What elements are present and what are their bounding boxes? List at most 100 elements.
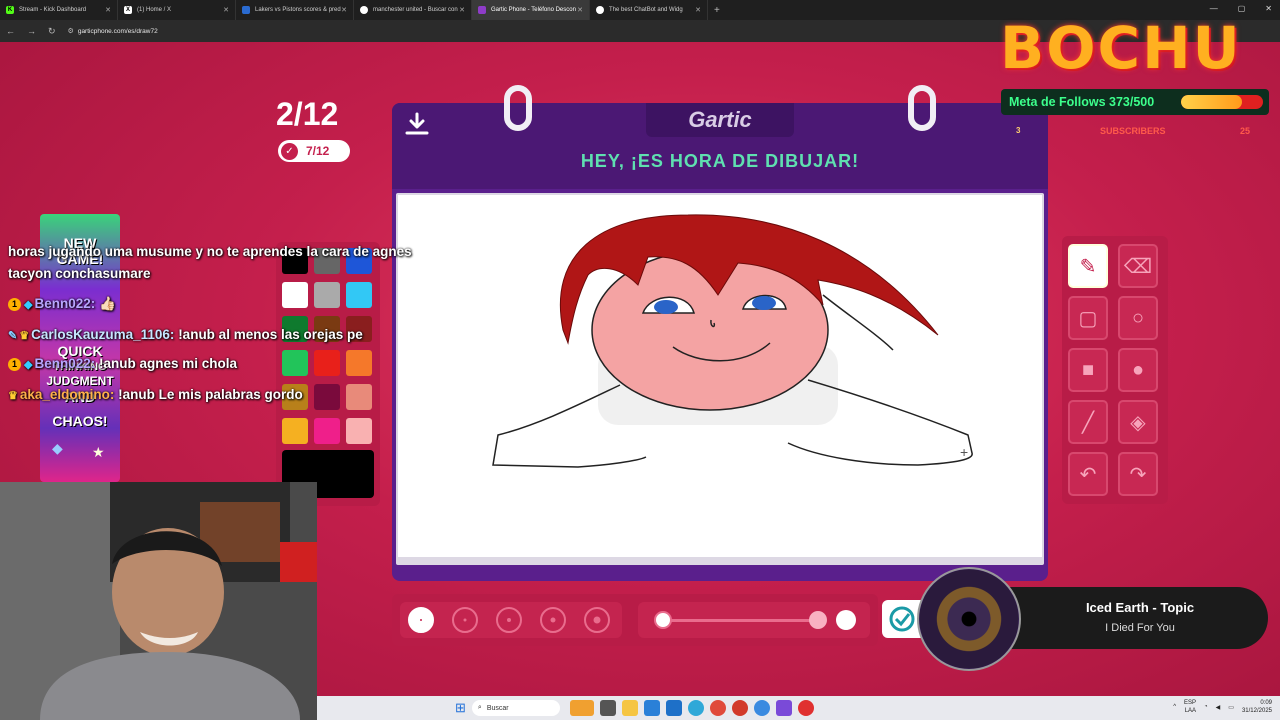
app-icon[interactable] (775, 700, 792, 716)
binder-ring (504, 85, 532, 131)
browser-tab[interactable]: X (1) Home / X ✕ (118, 0, 236, 20)
new-tab-button[interactable]: + (714, 5, 720, 16)
badge-icon: 1 (8, 358, 21, 371)
close-icon[interactable]: ✕ (459, 6, 465, 14)
close-window-icon[interactable]: ✕ (1265, 4, 1272, 13)
tool-button[interactable]: ⌫ (1118, 244, 1158, 288)
brush-size-button[interactable] (452, 607, 478, 633)
close-icon[interactable]: ✕ (341, 6, 347, 14)
taskbar-search-placeholder: Buscar (486, 704, 509, 712)
chat-message: 1 ◆ Benn022: !anub agnes mi chola (8, 356, 237, 371)
color-swatch[interactable] (282, 282, 308, 308)
download-icon[interactable] (404, 111, 430, 137)
opacity-slider-handle[interactable] (809, 611, 827, 629)
close-icon[interactable]: ✕ (695, 6, 701, 14)
drawing-canvas[interactable]: + (398, 195, 1042, 557)
store-icon[interactable] (643, 700, 660, 716)
pencil-icon: ✎ (1079, 255, 1097, 278)
chrome-icon[interactable] (709, 700, 726, 716)
reload-icon[interactable]: ↻ (48, 26, 56, 37)
widgets-icon[interactable] (569, 700, 594, 716)
outlook-icon[interactable] (665, 700, 682, 716)
follows-progress-bar (1181, 95, 1263, 109)
browser-tab[interactable]: K Stream - Kick Dashboard ✕ (0, 0, 118, 20)
taskbar-search[interactable]: ⌕ Buscar (471, 700, 560, 716)
webcam-image (0, 482, 317, 720)
color-swatch[interactable] (346, 418, 372, 444)
tool-button[interactable]: ■ (1068, 348, 1108, 392)
lang-bottom: LAA (1184, 708, 1197, 714)
clock[interactable]: 0:09 31/12/2025 (1242, 699, 1272, 715)
rectangle-fill-icon: ■ (1081, 358, 1095, 381)
brush-size-button[interactable] (408, 607, 434, 633)
chat-text: !anub al menos las orejas pe (178, 327, 363, 342)
tool-button[interactable]: ↶ (1068, 452, 1108, 496)
color-swatch[interactable] (282, 350, 308, 376)
subs-count: 25 (1240, 126, 1251, 136)
edge-icon[interactable] (687, 700, 704, 716)
follows-goal: Meta de Follows 373/500 (1001, 89, 1269, 115)
color-swatch[interactable] (346, 282, 372, 308)
players-done-count: 7/12 (306, 144, 330, 158)
color-swatch[interactable] (346, 384, 372, 410)
url-field[interactable]: garticphone.com/es/draw72 (78, 28, 158, 35)
color-swatch[interactable] (314, 418, 340, 444)
round-counter: 2/12 (276, 96, 339, 132)
task-view-icon[interactable] (599, 700, 616, 716)
tool-button[interactable]: ○ (1118, 296, 1158, 340)
language-indicator[interactable]: ESP LAA (1184, 699, 1196, 715)
chrome-profile-icon[interactable] (731, 700, 748, 716)
opacity-slider-track[interactable] (660, 619, 816, 622)
brush-size-button[interactable] (540, 607, 566, 633)
sword-icon: ✎ (8, 330, 18, 342)
back-icon[interactable]: ← (6, 26, 15, 36)
forward-icon[interactable]: → (27, 26, 36, 36)
tool-button[interactable]: ╱ (1068, 400, 1108, 444)
tool-button[interactable]: ● (1118, 348, 1158, 392)
diamond-icon: ◆ (24, 359, 33, 371)
chat-username: CarlosKauzuma_1106: (31, 327, 175, 342)
brush-size-button[interactable] (496, 607, 522, 633)
circle-fill-icon: ● (1131, 358, 1145, 381)
site-info-icon[interactable]: ⚙ (68, 27, 74, 35)
brush-dot-icon (550, 617, 556, 623)
color-swatch[interactable] (346, 350, 372, 376)
tool-button[interactable]: ▢ (1068, 296, 1108, 340)
close-icon[interactable]: ✕ (577, 6, 583, 14)
chevron-up-icon[interactable]: ^ (1173, 704, 1176, 710)
opacity-max-knob (836, 610, 856, 630)
chat-text: 👍🏻 (99, 296, 116, 311)
browser-tab[interactable]: Lakers vs Pistons scores & pred ✕ (236, 0, 354, 20)
browser-tab[interactable]: The best ChatBot and Widg ✕ (590, 0, 708, 20)
taskbar-apps: ⊞ ⌕ Buscar (455, 700, 814, 716)
chrome-alt-icon[interactable] (753, 700, 770, 716)
battery-icon[interactable]: ▭ (1228, 704, 1234, 711)
tool-button[interactable]: ↷ (1118, 452, 1158, 496)
browser-tab-active[interactable]: Gartic Phone - Teléfono Descon ✕ (472, 0, 590, 20)
line-icon: ╱ (1081, 411, 1095, 434)
file-explorer-icon[interactable] (621, 700, 638, 716)
brush-dot-icon (593, 616, 601, 624)
webcam-feed (0, 482, 317, 720)
tool-button[interactable]: ✎ (1068, 244, 1108, 288)
color-swatch[interactable] (314, 282, 340, 308)
stream-brand-logo: BOCHU (1000, 14, 1242, 82)
obs-icon[interactable] (797, 700, 814, 716)
chat-message: tacyon conchasumare (8, 266, 151, 281)
color-swatch[interactable] (282, 418, 308, 444)
brush-size-button[interactable] (584, 607, 610, 633)
windows-start-icon[interactable]: ⊞ (455, 700, 466, 716)
maximize-icon[interactable]: ▢ (1238, 4, 1246, 13)
crown-icon: ♛ (19, 330, 30, 342)
volume-icon[interactable]: ◀ (1216, 704, 1221, 711)
brush-controls (392, 594, 878, 646)
tool-button[interactable]: ◈ (1118, 400, 1158, 444)
wifi-icon[interactable]: ◔ (1204, 704, 1208, 710)
bucket-icon: ◈ (1130, 411, 1146, 434)
browser-tab[interactable]: manchester united - Buscar con ✕ (354, 0, 472, 20)
close-icon[interactable]: ✕ (223, 6, 229, 14)
color-swatch[interactable] (314, 384, 340, 410)
close-icon[interactable]: ✕ (105, 6, 111, 14)
color-swatch[interactable] (314, 350, 340, 376)
minimize-icon[interactable]: — (1210, 4, 1218, 13)
